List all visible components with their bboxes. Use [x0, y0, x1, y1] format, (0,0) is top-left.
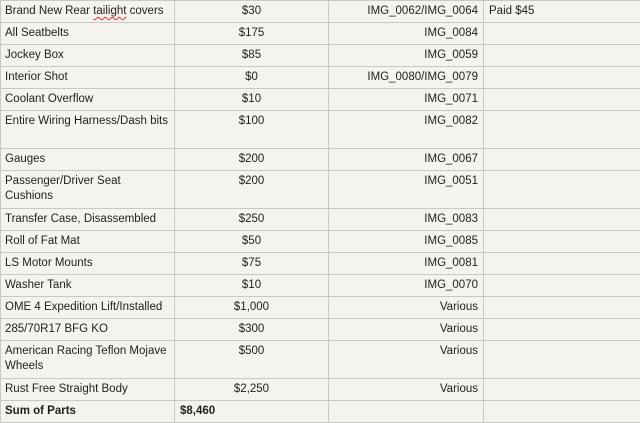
- cell-images[interactable]: IMG_0067: [329, 149, 484, 171]
- cell-images[interactable]: Various: [329, 379, 484, 401]
- total-row: Sum of Parts $8,460: [1, 401, 640, 423]
- table-row: Gauges $200 IMG_0067: [1, 149, 640, 171]
- cell-item[interactable]: Roll of Fat Mat: [1, 231, 175, 253]
- cell-note[interactable]: [484, 67, 640, 89]
- cell-note[interactable]: [484, 231, 640, 253]
- total-value[interactable]: $8,460: [175, 401, 329, 423]
- cell-images[interactable]: IMG_0083: [329, 209, 484, 231]
- cell-price[interactable]: $85: [175, 45, 329, 67]
- table-row: All Seatbelts $175 IMG_0084: [1, 23, 640, 45]
- table-row: Brand New Rear tailight covers $30 IMG_0…: [1, 1, 640, 23]
- table-row: Passenger/Driver Seat Cushions $200 IMG_…: [1, 171, 640, 209]
- cell-note[interactable]: [484, 209, 640, 231]
- cell-item[interactable]: Entire Wiring Harness/Dash bits: [1, 111, 175, 149]
- cell-price[interactable]: $200: [175, 149, 329, 171]
- cell-note[interactable]: [484, 23, 640, 45]
- cell-price[interactable]: $300: [175, 319, 329, 341]
- cell-item[interactable]: Transfer Case, Disassembled: [1, 209, 175, 231]
- cell-note[interactable]: [484, 89, 640, 111]
- cell-item[interactable]: OME 4 Expedition Lift/Installed: [1, 297, 175, 319]
- parts-spreadsheet: Brand New Rear tailight covers $30 IMG_0…: [0, 0, 640, 423]
- cell-item[interactable]: Jockey Box: [1, 45, 175, 67]
- cell-images[interactable]: Various: [329, 319, 484, 341]
- cell-images[interactable]: IMG_0081: [329, 253, 484, 275]
- cell-images[interactable]: IMG_0051: [329, 171, 484, 209]
- table-row: Rust Free Straight Body $2,250 Various: [1, 379, 640, 401]
- cell-price[interactable]: $500: [175, 341, 329, 379]
- cell-price[interactable]: $2,250: [175, 379, 329, 401]
- table-row: 285/70R17 BFG KO $300 Various: [1, 319, 640, 341]
- table-row: Roll of Fat Mat $50 IMG_0085: [1, 231, 640, 253]
- cell-price[interactable]: $30: [175, 1, 329, 23]
- cell-images[interactable]: IMG_0059: [329, 45, 484, 67]
- cell-item[interactable]: LS Motor Mounts: [1, 253, 175, 275]
- table-row: Jockey Box $85 IMG_0059: [1, 45, 640, 67]
- cell-price[interactable]: $0: [175, 67, 329, 89]
- cell-note[interactable]: [484, 45, 640, 67]
- cell-note[interactable]: [484, 319, 640, 341]
- cell-price[interactable]: $10: [175, 89, 329, 111]
- cell-item[interactable]: Gauges: [1, 149, 175, 171]
- cell-note[interactable]: [484, 111, 640, 149]
- cell-images[interactable]: IMG_0084: [329, 23, 484, 45]
- cell-note[interactable]: [484, 379, 640, 401]
- table-row: Interior Shot $0 IMG_0080/IMG_0079: [1, 67, 640, 89]
- cell-empty[interactable]: [484, 401, 640, 423]
- cell-images[interactable]: IMG_0082: [329, 111, 484, 149]
- cell-item[interactable]: All Seatbelts: [1, 23, 175, 45]
- table-row: Entire Wiring Harness/Dash bits $100 IMG…: [1, 111, 640, 149]
- cell-item[interactable]: Rust Free Straight Body: [1, 379, 175, 401]
- cell-item[interactable]: Washer Tank: [1, 275, 175, 297]
- total-label[interactable]: Sum of Parts: [1, 401, 175, 423]
- cell-note[interactable]: [484, 297, 640, 319]
- cell-item[interactable]: 285/70R17 BFG KO: [1, 319, 175, 341]
- cell-price[interactable]: $50: [175, 231, 329, 253]
- spreadsheet-body: Brand New Rear tailight covers $30 IMG_0…: [1, 1, 640, 423]
- cell-images[interactable]: IMG_0080/IMG_0079: [329, 67, 484, 89]
- cell-images[interactable]: IMG_0071: [329, 89, 484, 111]
- cell-note[interactable]: [484, 275, 640, 297]
- misspelled-word: tailight: [93, 5, 126, 17]
- cell-item[interactable]: Coolant Overflow: [1, 89, 175, 111]
- table-row: Transfer Case, Disassembled $250 IMG_008…: [1, 209, 640, 231]
- cell-price[interactable]: $10: [175, 275, 329, 297]
- cell-note[interactable]: Paid $45: [484, 1, 640, 23]
- cell-note[interactable]: [484, 253, 640, 275]
- cell-item[interactable]: Interior Shot: [1, 67, 175, 89]
- cell-item[interactable]: Passenger/Driver Seat Cushions: [1, 171, 175, 209]
- table-row: OME 4 Expedition Lift/Installed $1,000 V…: [1, 297, 640, 319]
- cell-price[interactable]: $175: [175, 23, 329, 45]
- cell-note[interactable]: [484, 149, 640, 171]
- cell-item[interactable]: American Racing Teflon Mojave Wheels: [1, 341, 175, 379]
- cell-price[interactable]: $250: [175, 209, 329, 231]
- table-row: American Racing Teflon Mojave Wheels $50…: [1, 341, 640, 379]
- cell-images[interactable]: IMG_0070: [329, 275, 484, 297]
- table-row: Coolant Overflow $10 IMG_0071: [1, 89, 640, 111]
- cell-price[interactable]: $200: [175, 171, 329, 209]
- cell-price[interactable]: $100: [175, 111, 329, 149]
- cell-images[interactable]: Various: [329, 297, 484, 319]
- cell-note[interactable]: [484, 341, 640, 379]
- cell-images[interactable]: IMG_0085: [329, 231, 484, 253]
- table-row: LS Motor Mounts $75 IMG_0081: [1, 253, 640, 275]
- cell-empty[interactable]: [329, 401, 484, 423]
- cell-item[interactable]: Brand New Rear tailight covers: [1, 1, 175, 23]
- table-row: Washer Tank $10 IMG_0070: [1, 275, 640, 297]
- cell-price[interactable]: $75: [175, 253, 329, 275]
- cell-images[interactable]: IMG_0062/IMG_0064: [329, 1, 484, 23]
- cell-images[interactable]: Various: [329, 341, 484, 379]
- cell-note[interactable]: [484, 171, 640, 209]
- cell-price[interactable]: $1,000: [175, 297, 329, 319]
